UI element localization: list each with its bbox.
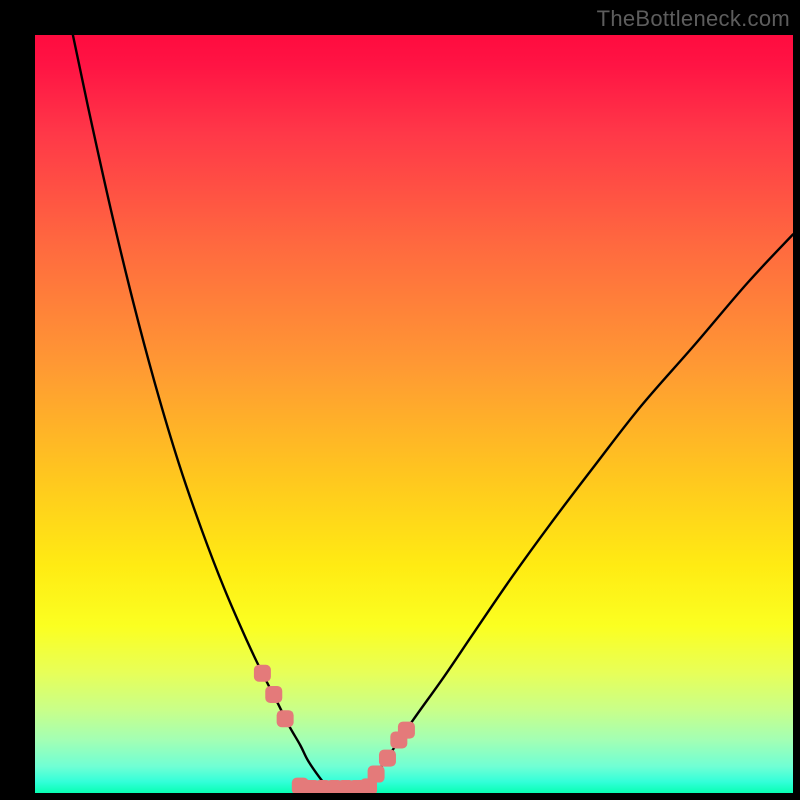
marker-point bbox=[254, 665, 271, 682]
marker-layer bbox=[254, 665, 415, 793]
marker-point bbox=[277, 710, 294, 727]
left-curve bbox=[73, 35, 329, 789]
chart-frame: TheBottleneck.com bbox=[0, 0, 800, 800]
chart-svg bbox=[35, 35, 793, 793]
marker-point bbox=[368, 766, 385, 783]
curve-layer bbox=[73, 35, 793, 789]
marker-point bbox=[398, 722, 415, 739]
right-curve bbox=[365, 234, 793, 788]
marker-point bbox=[379, 750, 396, 767]
plot-area bbox=[35, 35, 793, 793]
watermark-text: TheBottleneck.com bbox=[597, 6, 790, 32]
marker-point bbox=[265, 686, 282, 703]
